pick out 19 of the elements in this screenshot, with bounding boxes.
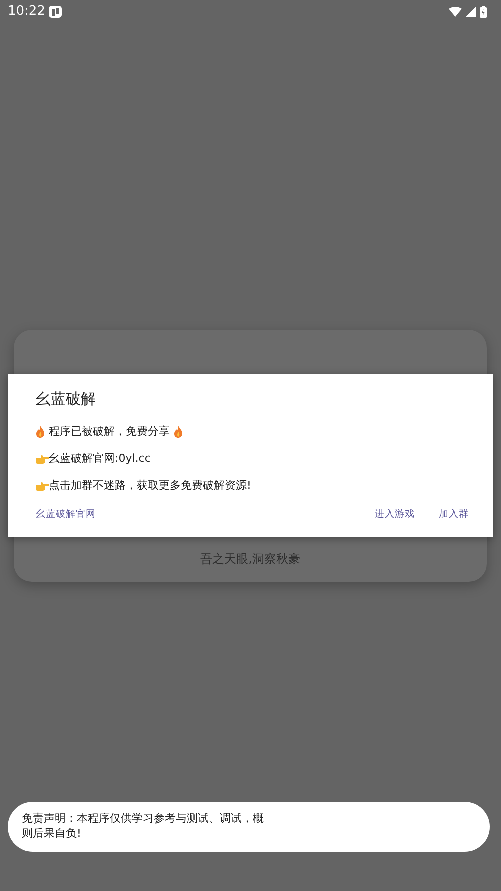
signal-icon xyxy=(466,7,476,17)
message-text: 程序已被破解，免费分享 xyxy=(49,424,170,440)
pointing-hand-icon xyxy=(36,454,49,464)
battery-icon xyxy=(480,6,487,18)
toast-text: 则后果自负! xyxy=(22,826,82,841)
dialog-button[interactable]: 进入游戏 xyxy=(375,508,415,522)
message-text: 幺蓝破解官网:0yl.cc xyxy=(49,450,151,467)
app-subtitle: 吾之天眼,洞察秋豪 xyxy=(200,551,302,568)
dialog-title: 幺蓝破解 xyxy=(36,389,97,410)
fire-icon xyxy=(36,426,45,438)
notification-icon xyxy=(49,6,62,18)
message-text: 点击加群不迷路，获取更多免费破解资源! xyxy=(49,478,252,494)
dialog-button[interactable]: 加入群 xyxy=(439,508,469,522)
wifi-icon xyxy=(449,7,462,17)
pointing-hand-icon xyxy=(36,482,49,490)
fire-icon xyxy=(174,426,183,438)
website-button[interactable]: 幺蓝破解官网 xyxy=(36,508,96,522)
toast-text: 免责声明：本程序仅供学习参考与测试、调试，概 xyxy=(22,811,265,826)
clock: 10:22 xyxy=(8,3,46,22)
